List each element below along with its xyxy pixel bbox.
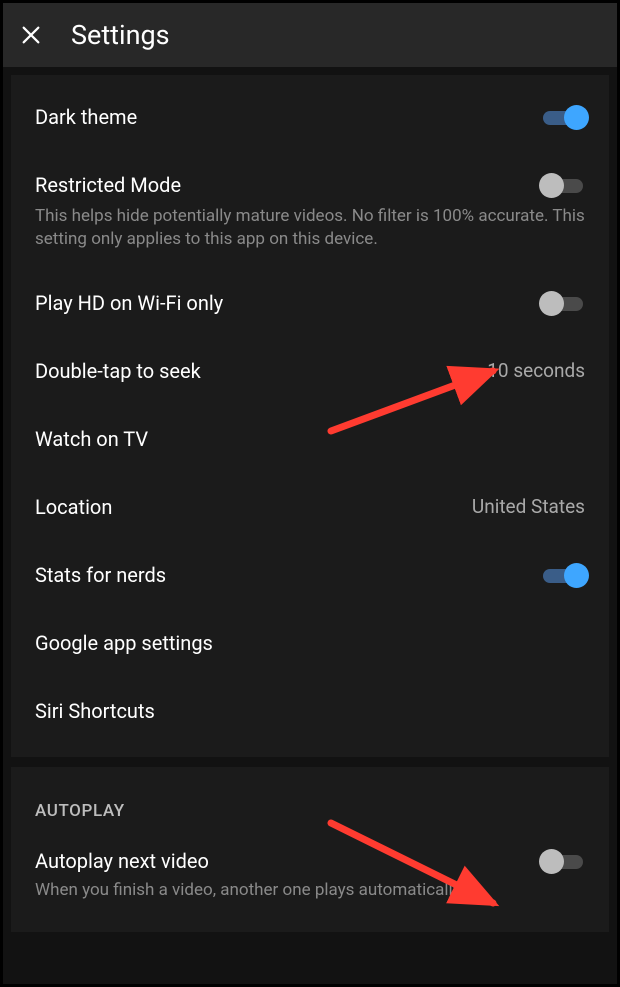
location-value: United States — [472, 495, 585, 518]
play-hd-wifi-label: Play HD on Wi-Fi only — [35, 291, 223, 315]
siri-shortcuts-label: Siri Shortcuts — [35, 699, 155, 723]
autoplay-panel: AUTOPLAY Autoplay next video When you fi… — [11, 767, 609, 932]
general-settings-panel: Dark theme Restricted Mode This helps hi… — [11, 75, 609, 757]
google-app-settings-label: Google app settings — [35, 631, 213, 655]
page-title: Settings — [71, 19, 170, 51]
double-tap-seek-value: 10 seconds — [487, 359, 585, 382]
row-double-tap-seek[interactable]: Double-tap to seek 10 seconds — [11, 337, 609, 405]
watch-on-tv-label: Watch on TV — [35, 427, 148, 451]
dark-theme-toggle[interactable] — [541, 105, 585, 129]
stats-for-nerds-label: Stats for nerds — [35, 563, 166, 587]
restricted-mode-label: Restricted Mode — [35, 173, 181, 197]
row-stats-for-nerds[interactable]: Stats for nerds — [11, 541, 609, 609]
settings-screen: Settings Dark theme Restricted Mode This… — [0, 0, 620, 987]
row-location[interactable]: Location United States — [11, 473, 609, 541]
restricted-mode-description: This helps hide potentially mature video… — [11, 205, 609, 269]
dark-theme-label: Dark theme — [35, 105, 137, 129]
double-tap-seek-label: Double-tap to seek — [35, 359, 201, 383]
row-watch-on-tv[interactable]: Watch on TV — [11, 405, 609, 473]
close-icon[interactable] — [19, 23, 43, 47]
autoplay-next-video-toggle[interactable] — [541, 849, 585, 873]
row-play-hd-wifi[interactable]: Play HD on Wi-Fi only — [11, 269, 609, 337]
row-google-app-settings[interactable]: Google app settings — [11, 609, 609, 677]
autoplay-next-video-description: When you finish a video, another one pla… — [11, 879, 609, 920]
header-bar: Settings — [3, 3, 617, 67]
stats-for-nerds-toggle[interactable] — [541, 563, 585, 587]
autoplay-section-header: AUTOPLAY — [11, 775, 609, 829]
autoplay-next-video-label: Autoplay next video — [35, 849, 209, 873]
row-siri-shortcuts[interactable]: Siri Shortcuts — [11, 677, 609, 745]
row-dark-theme[interactable]: Dark theme — [11, 83, 609, 151]
play-hd-wifi-toggle[interactable] — [541, 291, 585, 315]
restricted-mode-toggle[interactable] — [541, 173, 585, 197]
location-label: Location — [35, 495, 112, 519]
